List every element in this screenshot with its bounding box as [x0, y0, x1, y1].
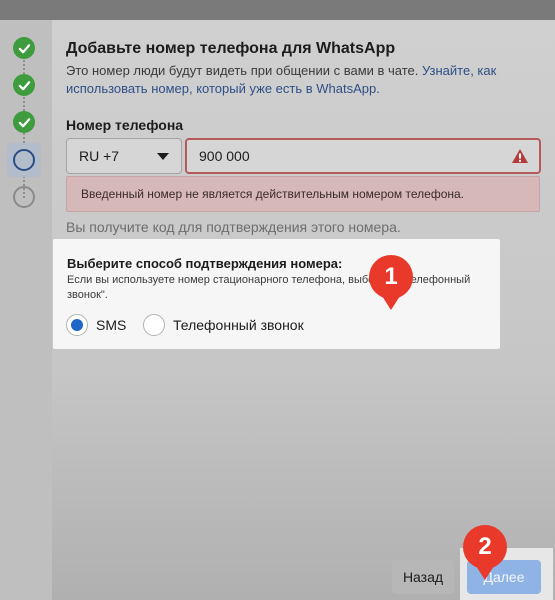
country-code-value: RU +7: [79, 148, 120, 164]
top-bar: [0, 0, 555, 20]
step-2-check-icon: [13, 74, 35, 96]
dialog-description: Это номер люди будут видеть при общении …: [66, 62, 506, 98]
radio-button[interactable]: [143, 314, 165, 336]
step-1-check-icon: [13, 37, 35, 59]
description-text: Это номер люди будут видеть при общении …: [66, 63, 423, 78]
step-5-circle-icon: [13, 186, 35, 208]
warning-icon: [512, 149, 528, 163]
annotation-badge-2: 2: [463, 525, 507, 569]
phone-number-input[interactable]: 900 000: [185, 138, 541, 174]
annotation-pointer: [476, 566, 494, 580]
radio-label-sms: SMS: [96, 317, 127, 333]
annotation-badge-1: 1: [369, 255, 413, 299]
back-button[interactable]: Назад: [392, 560, 454, 594]
verification-description: Если вы используете номер стационарного …: [67, 274, 471, 301]
radio-phone-call[interactable]: Телефонный звонок: [143, 312, 304, 338]
annotation-pointer: [382, 296, 400, 310]
phone-number-value: 900 000: [199, 148, 250, 164]
code-note: Вы получите код для подтверждения этого …: [66, 219, 401, 235]
chevron-down-icon: [157, 152, 169, 160]
radio-button-checked[interactable]: [66, 314, 88, 336]
phone-label: Номер телефона: [66, 117, 184, 133]
radio-label-phone-call: Телефонный звонок: [173, 317, 304, 333]
country-code-select[interactable]: RU +7: [66, 138, 182, 174]
step-3-check-icon: [13, 111, 35, 133]
error-message: Введенный номер не является действительн…: [66, 176, 540, 212]
step-4-current: [7, 143, 41, 177]
radio-sms[interactable]: SMS: [66, 312, 126, 338]
step-sidebar: [0, 20, 52, 600]
verification-title: Выберите способ подтверждения номера:: [67, 256, 343, 271]
dialog-title: Добавьте номер телефона для WhatsApp: [66, 40, 396, 57]
circle-icon: [13, 149, 35, 171]
